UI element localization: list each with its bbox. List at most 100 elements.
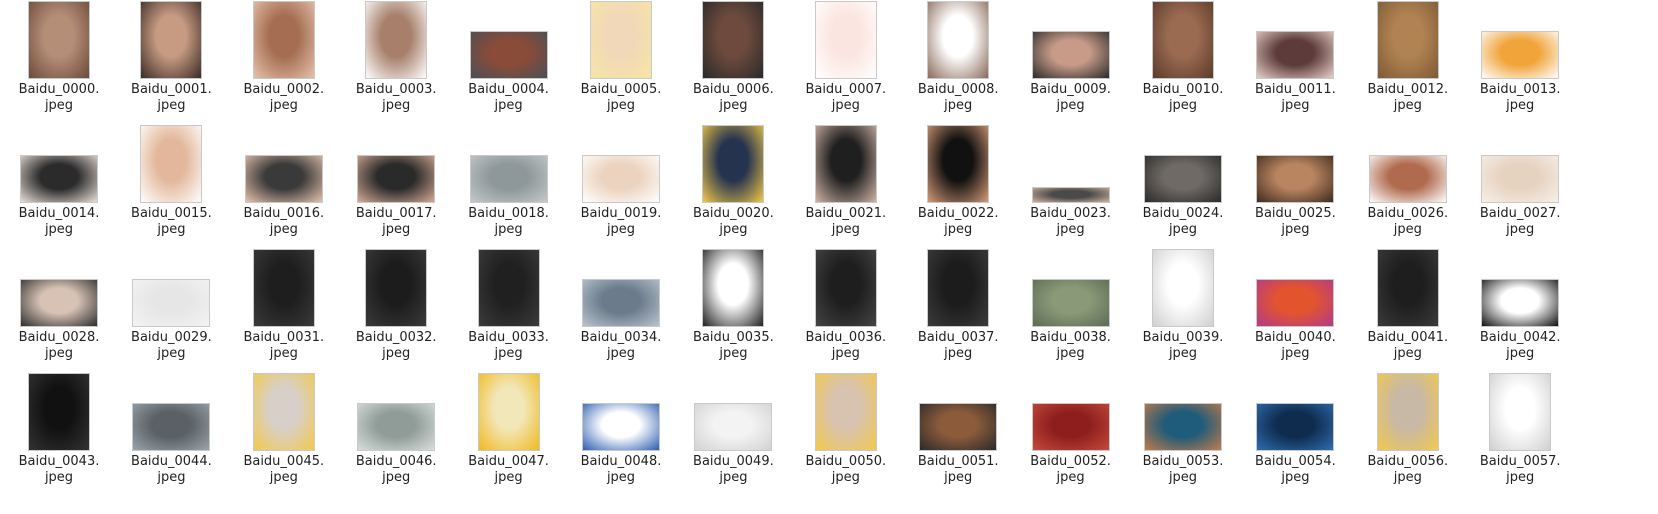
file-name: Baidu_0040. [1255,330,1336,345]
file-item[interactable]: Baidu_0044. jpeg [115,372,227,496]
face-portrait-thumbnail [927,125,990,203]
file-item[interactable]: Baidu_0052. jpeg [1015,372,1127,496]
file-item[interactable]: Baidu_0002. jpeg [228,0,340,124]
file-item[interactable]: Baidu_0009. jpeg [1015,0,1127,124]
file-extension: jpeg [1056,470,1085,485]
file-item[interactable]: Baidu_0051. jpeg [902,372,1014,496]
phone-screenshot-thumbnail [814,249,877,327]
file-extension: jpeg [944,98,973,113]
file-name: Baidu_0001. [131,82,212,97]
file-item[interactable]: Baidu_0039. jpeg [1127,248,1239,372]
file-item[interactable]: Baidu_0026. jpeg [1352,124,1464,248]
file-item[interactable]: Baidu_0025. jpeg [1239,124,1351,248]
file-extension: jpeg [1168,346,1198,361]
file-item[interactable]: Baidu_0056. jpeg [1352,372,1464,496]
file-name-label: Baidu_0056. jpeg [1352,454,1464,486]
file-item[interactable]: Baidu_0005. jpeg [565,0,677,124]
file-item[interactable]: Baidu_0040. jpeg [1239,248,1351,372]
phone-screenshot-thumbnail [28,373,90,451]
file-item[interactable]: Baidu_0049. jpeg [677,372,789,496]
file-item[interactable]: Baidu_0016. jpeg [228,124,340,248]
file-item[interactable]: Baidu_0006. jpeg [677,0,789,124]
file-name-label: Baidu_0000. jpeg [3,82,115,114]
file-item[interactable]: Baidu_0032. jpeg [340,248,452,372]
file-item[interactable]: Baidu_0029. jpeg [115,248,227,372]
face-drawing-thumbnail [814,1,877,79]
file-extension: jpeg [157,222,186,237]
file-item[interactable]: Baidu_0020. jpeg [677,124,789,248]
file-name: Baidu_0041. [1367,330,1449,345]
file-item[interactable]: Baidu_0011. jpeg [1239,0,1351,124]
file-name: Baidu_0039. [1142,330,1224,345]
file-item[interactable]: Baidu_0027. jpeg [1464,124,1576,248]
file-item[interactable]: Baidu_0008. jpeg [902,0,1014,124]
file-item[interactable]: Baidu_0053. jpeg [1127,372,1239,496]
file-item[interactable]: Baidu_0000. jpeg [3,0,115,124]
file-extension: jpeg [606,98,636,113]
file-item[interactable]: Baidu_0054. jpeg [1239,372,1351,496]
face-strip-thumbnail [1031,187,1110,203]
file-extension: jpeg [1281,222,1310,237]
file-extension: jpeg [382,222,411,237]
file-item[interactable]: Baidu_0024. jpeg [1127,124,1239,248]
file-item[interactable]: Baidu_0043. jpeg [3,372,115,496]
file-item[interactable]: Baidu_0010. jpeg [1127,0,1239,124]
file-name: Baidu_0032. [355,330,437,345]
file-item[interactable]: Baidu_0047. jpeg [453,372,565,496]
file-item[interactable]: Baidu_0001. jpeg [115,0,227,124]
file-name: Baidu_0048. [580,454,662,469]
file-name-label: Baidu_0017. jpeg [340,206,452,238]
file-item[interactable]: Baidu_0031. jpeg [228,248,340,372]
file-extension: jpeg [719,98,748,113]
file-item[interactable]: Baidu_0021. jpeg [790,124,902,248]
file-item[interactable]: Baidu_0042. jpeg [1464,248,1576,372]
file-item[interactable]: Baidu_0017. jpeg [340,124,452,248]
file-item[interactable]: Baidu_0028. jpeg [3,248,115,372]
file-item[interactable]: Baidu_0036. jpeg [790,248,902,372]
face-kiosk-thumbnail [1152,249,1214,327]
file-name: Baidu_0021. [805,206,887,221]
file-item[interactable]: Baidu_0007. jpeg [790,0,902,124]
face-render-thumbnail [1481,155,1560,203]
file-item[interactable]: Baidu_0035. jpeg [677,248,789,372]
file-name-label: Baidu_0011. jpeg [1239,82,1351,114]
file-extension: jpeg [1056,98,1085,113]
file-item[interactable]: Baidu_0041. jpeg [1352,248,1464,372]
file-item[interactable]: Baidu_0019. jpeg [565,124,677,248]
file-item[interactable]: Baidu_0018. jpeg [453,124,565,248]
face-pair-thumbnail [357,155,436,203]
file-name: Baidu_0011. [1255,82,1336,97]
file-item[interactable]: Baidu_0022. jpeg [902,124,1014,248]
file-item[interactable]: Baidu_0033. jpeg [453,248,565,372]
file-item[interactable]: Baidu_0012. jpeg [1352,0,1464,124]
file-item[interactable]: Baidu_0004. jpeg [453,0,565,124]
file-name: Baidu_0009. [1030,82,1111,97]
file-item[interactable]: Baidu_0034. jpeg [565,248,677,372]
file-item[interactable]: Baidu_0037. jpeg [902,248,1014,372]
file-name: Baidu_0052. [1030,454,1111,469]
file-extension: jpeg [44,346,74,361]
file-item[interactable]: Baidu_0057. jpeg [1464,372,1576,496]
file-item[interactable]: Baidu_0003. jpeg [340,0,452,124]
file-name-label: Baidu_0019. jpeg [565,206,677,238]
tv-show-thumbnail [1376,373,1439,451]
file-item[interactable]: Baidu_0015. jpeg [115,124,227,248]
file-name-label: Baidu_0044. jpeg [115,454,227,486]
file-name: Baidu_0051. [917,454,999,469]
file-item[interactable]: Baidu_0048. jpeg [565,372,677,496]
file-name-label: Baidu_0039. jpeg [1127,330,1239,362]
file-name: Baidu_0056. [1367,454,1449,469]
file-extension: jpeg [382,470,411,485]
file-item[interactable]: Baidu_0046. jpeg [340,372,452,496]
face-portrait-thumbnail [1256,155,1335,203]
file-item[interactable]: Baidu_0014. jpeg [3,124,115,248]
file-item[interactable]: Baidu_0050. jpeg [790,372,902,496]
file-name: Baidu_0024. [1142,206,1224,221]
file-item[interactable]: Baidu_0013. jpeg [1464,0,1576,124]
file-extension: jpeg [44,98,74,113]
file-extension: jpeg [494,98,523,113]
file-item[interactable]: Baidu_0045. jpeg [228,372,340,496]
file-item[interactable]: Baidu_0023. jpeg [1015,124,1127,248]
file-name: Baidu_0037. [917,330,999,345]
file-item[interactable]: Baidu_0038. jpeg [1015,248,1127,372]
